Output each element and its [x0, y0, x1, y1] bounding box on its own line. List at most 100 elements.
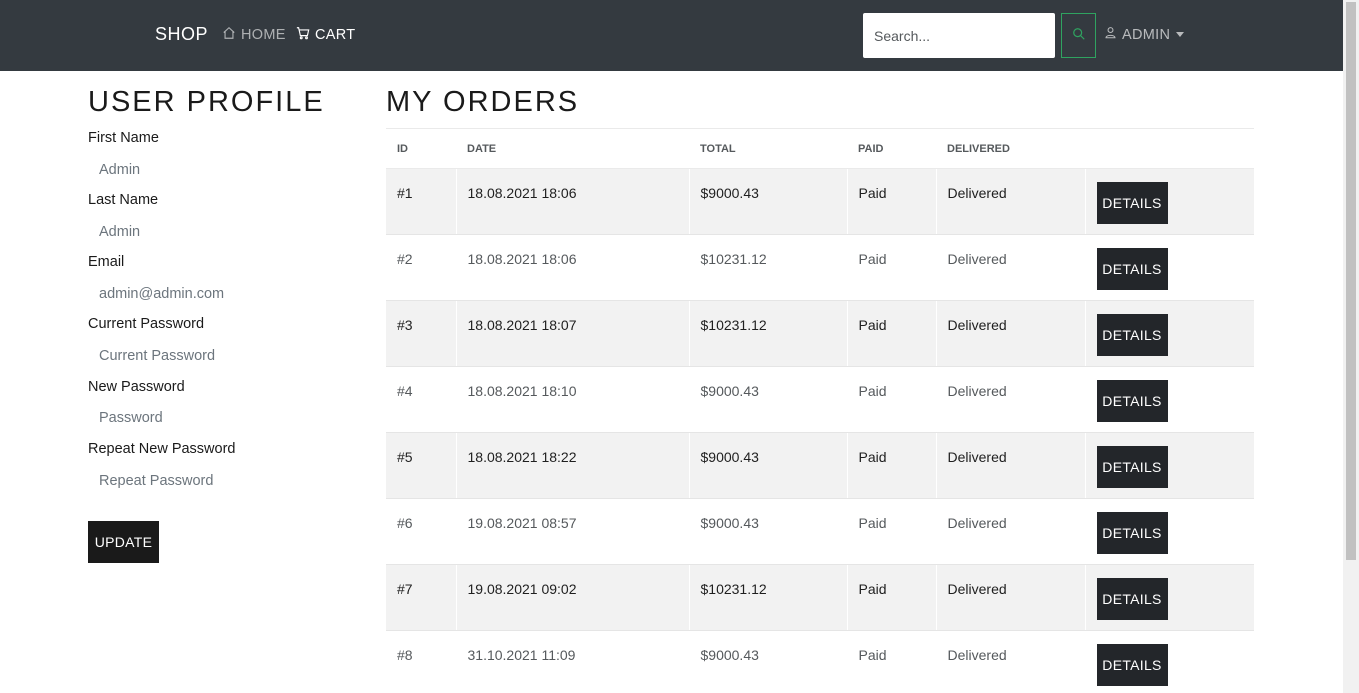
order-actions-cell: DETAILS: [1084, 168, 1254, 235]
order-delivered-status: Delivered: [935, 366, 1085, 433]
user-menu-label: ADMIN: [1122, 26, 1171, 43]
order-delivered-status: Delivered: [935, 630, 1085, 693]
order-total: $9000.43: [688, 630, 847, 693]
order-id: #2: [386, 234, 456, 301]
column-header-delivered: DELIVERED: [936, 128, 1085, 169]
table-row: #2 18.08.2021 18:06 $10231.12 Paid Delivered…: [386, 234, 1254, 301]
order-date: 19.08.2021 08:57: [455, 498, 689, 565]
order-total: $9000.43: [688, 366, 847, 433]
table-row: #7 19.08.2021 09:02 $10231.12 Paid Delivered…: [386, 564, 1254, 631]
order-date: 18.08.2021 18:06: [455, 234, 689, 301]
order-actions-cell: DETAILS: [1084, 564, 1254, 631]
details-button[interactable]: DETAILS: [1096, 380, 1168, 422]
search-icon: [1072, 27, 1086, 44]
nav-cart-link[interactable]: CART: [296, 26, 355, 44]
order-delivered-status: Delivered: [935, 234, 1085, 301]
order-total: $9000.43: [688, 498, 847, 565]
order-paid-status: Paid: [846, 234, 936, 301]
order-paid-status: Paid: [846, 498, 936, 565]
column-header-id: ID: [386, 128, 456, 169]
details-button[interactable]: DETAILS: [1096, 578, 1168, 620]
navbar: SHOP HOME CART Search... ADMIN: [0, 0, 1343, 71]
order-delivered-status: Delivered: [935, 564, 1085, 631]
column-header-date: DATE: [456, 128, 689, 169]
details-button[interactable]: DETAILS: [1096, 314, 1168, 356]
email-field[interactable]: [88, 279, 338, 309]
order-date: 31.10.2021 11:09: [455, 630, 689, 693]
details-button[interactable]: DETAILS: [1096, 248, 1168, 290]
order-actions-cell: DETAILS: [1084, 300, 1254, 367]
order-delivered-status: Delivered: [935, 300, 1085, 367]
order-actions-cell: DETAILS: [1084, 630, 1254, 693]
order-delivered-status: Delivered: [935, 168, 1085, 235]
order-total: $10231.12: [688, 564, 847, 631]
order-paid-status: Paid: [846, 300, 936, 367]
order-id: #8: [386, 630, 456, 693]
order-id: #5: [386, 432, 456, 499]
nav-home-label: HOME: [241, 27, 286, 43]
table-row: #4 18.08.2021 18:10 $9000.43 Paid Delivered D…: [386, 366, 1254, 433]
table-header-row: ID DATE TOTAL PAID DELIVERED: [386, 128, 1254, 169]
search-button[interactable]: [1061, 13, 1096, 58]
search-input[interactable]: [863, 13, 1055, 58]
order-paid-status: Paid: [846, 564, 936, 631]
nav-home-link[interactable]: HOME: [222, 26, 286, 44]
order-id: #3: [386, 300, 456, 367]
current-password-label: Current Password: [88, 316, 205, 332]
column-header-paid: PAID: [847, 128, 936, 169]
first-name-label: First Name: [88, 130, 159, 146]
order-actions-cell: DETAILS: [1084, 498, 1254, 565]
details-button[interactable]: DETAILS: [1096, 446, 1168, 488]
order-actions-cell: DETAILS: [1084, 366, 1254, 433]
home-icon: [222, 26, 236, 44]
page: SHOP HOME CART Search... ADMIN USER PROF…: [0, 0, 1359, 693]
new-password-field[interactable]: [88, 403, 338, 433]
nav-cart-label: CART: [315, 27, 356, 43]
order-paid-status: Paid: [846, 168, 936, 235]
brand-logo[interactable]: SHOP: [155, 24, 208, 45]
order-id: #1: [386, 168, 456, 235]
order-total: $9000.43: [688, 432, 847, 499]
table-row: #8 31.10.2021 11:09 $9000.43 Paid Delivered D…: [386, 630, 1254, 693]
email-label: Email: [88, 254, 125, 270]
order-date: 18.08.2021 18:07: [455, 300, 689, 367]
table-row: #1 18.08.2021 18:06 $9000.43 Paid Delivered D…: [386, 168, 1254, 235]
order-id: #4: [386, 366, 456, 433]
user-icon: [1104, 26, 1117, 43]
repeat-password-label: Repeat New Password: [88, 441, 236, 457]
order-paid-status: Paid: [846, 366, 936, 433]
order-date: 19.08.2021 09:02: [455, 564, 689, 631]
new-password-label: New Password: [88, 379, 185, 395]
page-scrollbar[interactable]: [1343, 0, 1359, 693]
order-total: $9000.43: [688, 168, 847, 235]
order-delivered-status: Delivered: [935, 498, 1085, 565]
table-row: #3 18.08.2021 18:07 $10231.12 Paid Delivered…: [386, 300, 1254, 367]
scrollbar-thumb[interactable]: [1346, 2, 1356, 560]
first-name-field[interactable]: [88, 155, 338, 185]
order-actions-cell: DETAILS: [1084, 432, 1254, 499]
user-menu-dropdown[interactable]: ADMIN: [1104, 26, 1185, 43]
order-paid-status: Paid: [846, 630, 936, 693]
column-header-total: TOTAL: [689, 128, 847, 169]
current-password-field[interactable]: [88, 341, 338, 371]
order-date: 18.08.2021 18:22: [455, 432, 689, 499]
order-date: 18.08.2021 18:10: [455, 366, 689, 433]
repeat-password-field[interactable]: [88, 466, 338, 496]
column-header-actions: [1085, 128, 1254, 169]
order-delivered-status: Delivered: [935, 432, 1085, 499]
order-total: $10231.12: [688, 234, 847, 301]
details-button[interactable]: DETAILS: [1096, 182, 1168, 224]
order-id: #6: [386, 498, 456, 565]
update-button[interactable]: UPDATE: [88, 521, 159, 563]
table-row: #5 18.08.2021 18:22 $9000.43 Paid Delivered D…: [386, 432, 1254, 499]
details-button[interactable]: DETAILS: [1096, 644, 1168, 686]
order-id: #7: [386, 564, 456, 631]
last-name-field[interactable]: [88, 217, 338, 247]
profile-title: USER PROFILE: [88, 86, 325, 118]
cart-icon: [296, 26, 310, 44]
orders-table: ID DATE TOTAL PAID DELIVERED #1 18.08.202…: [386, 128, 1254, 693]
details-button[interactable]: DETAILS: [1096, 512, 1168, 554]
table-row: #6 19.08.2021 08:57 $9000.43 Paid Delivered D…: [386, 498, 1254, 565]
order-actions-cell: DETAILS: [1084, 234, 1254, 301]
orders-title: MY ORDERS: [386, 86, 580, 118]
